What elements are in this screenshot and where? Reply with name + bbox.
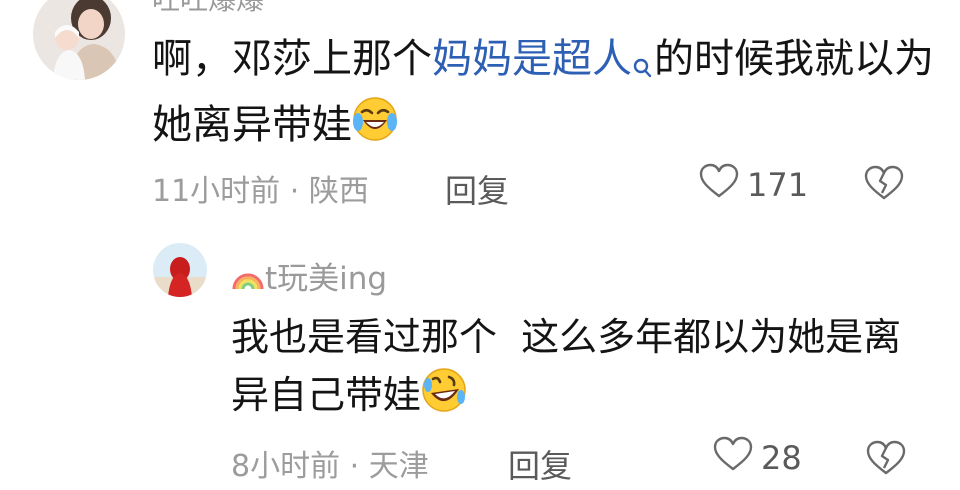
username[interactable]: 吐吐爆爆 — [152, 0, 264, 18]
avatar[interactable] — [33, 0, 125, 80]
reply-button[interactable]: 回复 — [445, 166, 509, 212]
comment-text-prefix: 啊，邓莎上那个 — [152, 36, 432, 82]
location: 陕西 — [308, 174, 369, 209]
heart-icon[interactable] — [699, 163, 739, 207]
like-count: 171 — [747, 166, 809, 204]
like-count: 28 — [761, 439, 802, 477]
mother-and-baby-avatar-icon — [33, 0, 125, 80]
like-button[interactable]: 28 — [713, 436, 802, 480]
comment-meta: 11小时前 · 陕西 — [152, 166, 369, 210]
red-hooded-figure-avatar-icon — [153, 243, 207, 297]
separator: · — [349, 449, 360, 484]
comment-text-body: 我也是看过那个 这么多年都以为她是离异自己带娃 — [231, 315, 902, 417]
dislike-button[interactable] — [866, 440, 906, 480]
broken-heart-icon[interactable] — [864, 165, 904, 205]
username[interactable]: t玩美ing — [231, 253, 387, 298]
rolling-laughing-emoji-icon — [421, 367, 467, 429]
search-link[interactable]: 妈妈是超人 — [432, 36, 654, 82]
reply-button[interactable]: 回复 — [508, 441, 572, 487]
rainbow-icon — [231, 261, 265, 297]
timestamp: 8小时前 — [231, 449, 341, 484]
search-link-text[interactable]: 妈妈是超人 — [432, 36, 632, 82]
timestamp: 11小时前 — [152, 174, 281, 209]
laughing-crying-emoji-icon — [352, 96, 398, 158]
broken-heart-icon[interactable] — [866, 440, 906, 480]
avatar[interactable] — [153, 243, 207, 297]
comment-meta: 8小时前 · 天津 — [231, 441, 429, 485]
separator: · — [289, 174, 300, 209]
heart-icon[interactable] — [713, 436, 753, 480]
search-icon[interactable] — [632, 38, 654, 96]
comment-text: 啊，邓莎上那个妈妈是超人 的时候我就以为她离异带娃 — [152, 30, 942, 158]
username-text[interactable]: t玩美ing — [265, 261, 387, 297]
comment-text: 我也是看过那个 这么多年都以为她是离异自己带娃 — [231, 308, 931, 429]
like-button[interactable]: 171 — [699, 163, 808, 207]
dislike-button[interactable] — [864, 165, 904, 205]
location: 天津 — [368, 449, 429, 484]
